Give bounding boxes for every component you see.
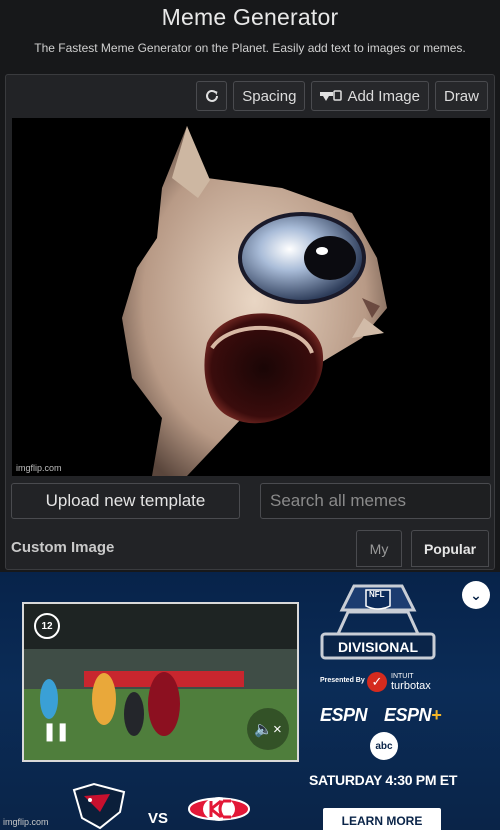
ad-video-player[interactable]: 12 ❚❚ 🔈× <box>22 602 299 762</box>
checkmark-icon: ✓ <box>367 672 387 692</box>
tab-popular[interactable]: Popular <box>411 530 489 567</box>
page-header: Meme Generator The Fastest Meme Generato… <box>0 0 500 72</box>
page-subtitle: The Fastest Meme Generator on the Planet… <box>34 41 466 55</box>
replay-countdown[interactable]: 12 <box>34 613 60 639</box>
espn-logo: ESPN <box>320 705 368 725</box>
canvas-watermark: imgflip.com <box>16 463 62 473</box>
presented-by-text: Presented By <box>320 677 365 684</box>
meme-editor-panel: Spacing Add Image Draw imgflip.com Uploa… <box>5 74 495 570</box>
texans-logo <box>70 782 128 830</box>
draw-button[interactable]: Draw <box>434 81 488 111</box>
chiefs-logo <box>185 787 253 830</box>
add-image-label: Add Image <box>347 87 420 105</box>
template-tabs: My Popular <box>356 530 489 567</box>
upload-template-button[interactable]: Upload new template <box>11 483 240 519</box>
turbotax-text: turbotax <box>391 679 431 692</box>
collapse-ad-button[interactable]: ⌄ <box>462 581 490 609</box>
tab-my[interactable]: My <box>356 530 402 567</box>
espn-plus-text: ESPN <box>384 705 432 725</box>
rotate-icon <box>205 89 218 102</box>
chevron-down-icon: ⌄ <box>470 586 482 603</box>
custom-image-label: Custom Image <box>11 539 115 556</box>
nfl-divisional-logo: NFL DIVISIONAL <box>318 582 438 666</box>
mute-icon[interactable]: 🔈× <box>247 708 289 750</box>
nfl-shield-text: NFL <box>369 590 385 599</box>
espn-plus-logo: ESPN+ <box>384 705 442 726</box>
plus-sign: + <box>431 705 442 725</box>
abc-logo: abc <box>370 732 398 760</box>
meme-image <box>12 118 490 476</box>
divisional-text: DIVISIONAL <box>337 639 419 655</box>
spacing-button[interactable]: Spacing <box>233 81 306 111</box>
learn-more-button[interactable]: LEARN MORE <box>323 808 441 830</box>
add-image-icon <box>320 90 343 101</box>
turbotax-logo: ✓ INTUIT turbotax <box>367 672 431 692</box>
game-time-text: SATURDAY 4:30 PM ET <box>309 772 458 788</box>
advertisement-banner[interactable]: ⌄ 12 ❚❚ 🔈× NFL DIVISIONAL Presented By ✓ <box>0 572 500 830</box>
intuit-text: INTUIT <box>391 672 414 680</box>
vs-text: VS <box>148 810 169 827</box>
search-memes-input[interactable] <box>260 483 491 519</box>
pause-icon[interactable]: ❚❚ <box>42 721 70 742</box>
ad-watermark: imgflip.com <box>3 817 49 827</box>
add-image-button[interactable]: Add Image <box>311 81 429 111</box>
page-title: Meme Generator <box>161 4 339 30</box>
meme-canvas[interactable]: imgflip.com <box>12 118 490 476</box>
editor-toolbar: Spacing Add Image Draw <box>196 81 488 111</box>
rotate-button[interactable] <box>196 81 228 111</box>
